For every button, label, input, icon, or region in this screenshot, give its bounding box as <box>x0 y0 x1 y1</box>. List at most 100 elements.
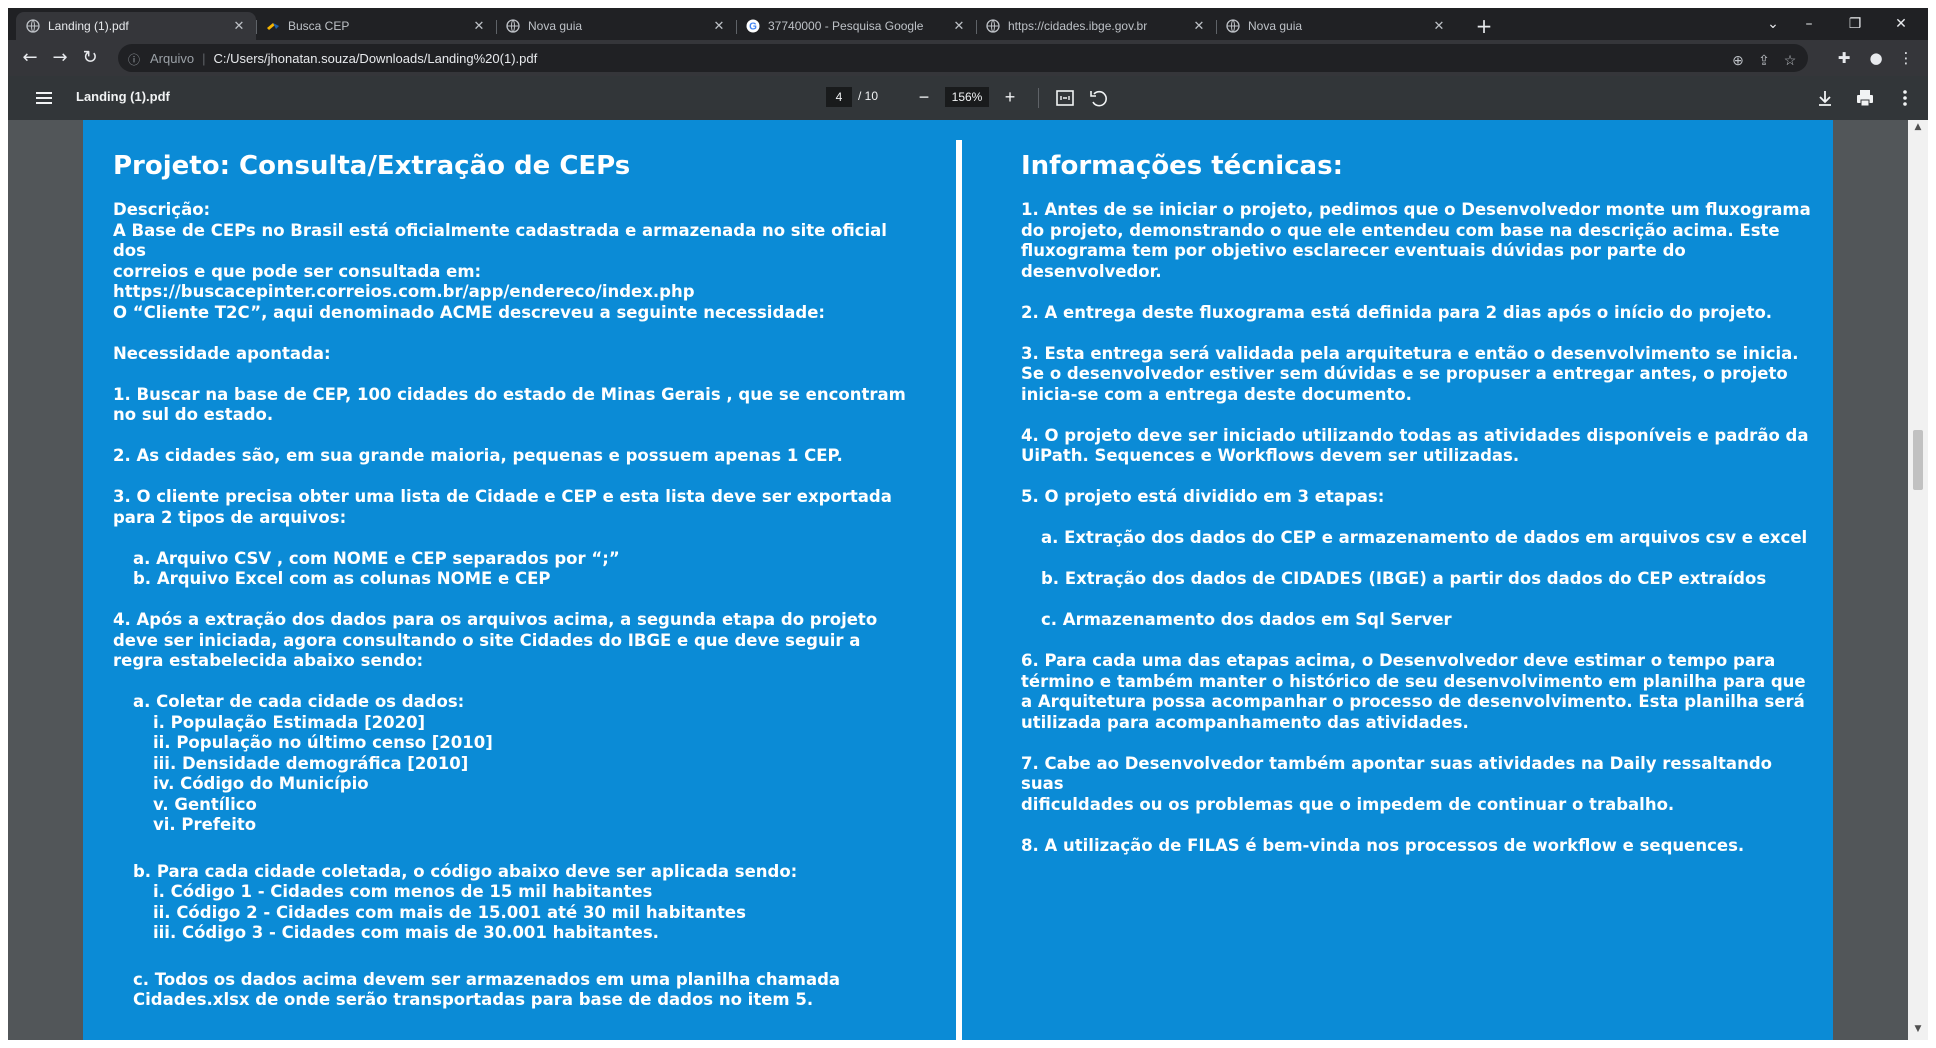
tab-title: Nova guia <box>1248 19 1303 33</box>
minimize-button[interactable]: – <box>1786 10 1832 38</box>
need-label: Necessidade apontada: <box>113 343 331 363</box>
description-label: Descrição: <box>113 200 211 219</box>
share-icon[interactable]: ⇪ <box>1754 50 1774 70</box>
pdf-toolbar: Landing (1).pdf 4 / 10 − 156% + <box>8 76 1928 120</box>
zoom-in-button[interactable]: + <box>999 86 1021 108</box>
close-icon[interactable]: ✕ <box>1432 18 1446 34</box>
pdf-viewport[interactable]: Projeto: Consulta/Extração de CEPs Descr… <box>8 120 1908 1040</box>
rotate-icon[interactable] <box>1088 87 1110 109</box>
description-line: correios e que pode ser consultada em: <box>113 261 482 281</box>
close-icon[interactable]: ✕ <box>232 18 246 34</box>
tab-nova-guia-2[interactable]: Nova guia ✕ <box>1216 12 1456 40</box>
tab-title: https://cidades.ibge.gov.br <box>1008 19 1148 33</box>
forward-button[interactable]: → <box>48 46 72 70</box>
pdf-scrollbar[interactable]: ▲ ▼ <box>1908 120 1928 1040</box>
need-item-4c: c. Todos os dados acima devem ser armaze… <box>133 969 841 1010</box>
tab-nova-guia[interactable]: Nova guia ✕ <box>496 12 736 40</box>
tech-item-4: 4. O projeto deve ser iniciado utilizand… <box>1021 425 1809 466</box>
tech-item-5b: b. Extração dos dados de CIDADES (IBGE) … <box>1041 569 1767 588</box>
zoom-out-button[interactable]: − <box>913 86 935 108</box>
globe-icon <box>1226 19 1240 33</box>
tab-busca-cep[interactable]: Busca CEP ✕ <box>256 12 496 40</box>
restore-button[interactable]: ❐ <box>1832 10 1878 38</box>
tech-item-5a: a. Extração dos dados do CEP e armazenam… <box>1041 528 1808 547</box>
need-item-4: 4. Após a extração dos dados para os arq… <box>113 610 878 670</box>
address-url[interactable]: C:/Users/jhonatan.souza/Downloads/Landin… <box>213 51 537 66</box>
globe-icon <box>26 19 40 33</box>
print-icon[interactable] <box>1854 87 1876 109</box>
correios-url: https://buscacepinter.correios.com.br/ap… <box>113 282 695 301</box>
need-item-4a-i: i. População Estimada [2020] <box>153 712 426 732</box>
svg-text:G: G <box>749 22 757 33</box>
column-divider <box>956 140 962 1040</box>
page-number-input[interactable]: 4 <box>826 87 852 107</box>
need-item-4a-iv: iv. Código do Município <box>153 774 369 793</box>
globe-icon <box>506 19 520 33</box>
close-icon[interactable]: ✕ <box>712 18 726 34</box>
download-icon[interactable] <box>1814 87 1836 109</box>
tech-item-6: 6. Para cada uma das etapas acima, o Des… <box>1021 651 1806 732</box>
need-item-3: 3. O cliente precisa obter uma lista de … <box>113 487 892 527</box>
need-item-3b: b. Arquivo Excel com as colunas NOME e C… <box>133 569 551 588</box>
need-item-4a: a. Coletar de cada cidade os dados: <box>133 692 465 711</box>
need-item-4a-v: v. Gentílico <box>153 794 257 814</box>
need-item-3a: a. Arquivo CSV , com NOME e CEP separado… <box>133 548 620 568</box>
need-item-2: 2. As cidades são, em sua grande maioria… <box>113 446 843 465</box>
tech-item-5c: c. Armazenamento dos dados em Sql Server <box>1041 610 1452 629</box>
globe-icon <box>986 19 1000 33</box>
need-item-4b-iii: iii. Código 3 - Cidades com mais de 30.0… <box>153 923 659 942</box>
need-item-4a-ii: ii. População no último censo [2010] <box>153 733 493 752</box>
need-item-1: 1. Buscar na base de CEP, 100 cidades do… <box>113 384 906 425</box>
tab-title: Nova guia <box>528 19 583 33</box>
need-item-4b-i: i. Código 1 - Cidades com menos de 15 mi… <box>153 882 653 901</box>
profile-avatar[interactable]: ● <box>1864 46 1888 70</box>
tab-title: Busca CEP <box>288 19 350 33</box>
description-line: A Base de CEPs no Brasil está oficialmen… <box>113 220 887 240</box>
extensions-icon[interactable]: ✚ <box>1832 46 1856 70</box>
tech-item-3: 3. Esta entrega será validada pela arqui… <box>1021 343 1799 404</box>
browser-window: Landing (1).pdf ✕ Busca CEP ✕ Nova guia … <box>8 8 1928 1040</box>
correios-icon <box>266 19 280 33</box>
scroll-up-arrow-icon[interactable]: ▲ <box>1908 122 1928 136</box>
scroll-down-arrow-icon[interactable]: ▼ <box>1908 1024 1928 1038</box>
info-icon[interactable]: ⓘ <box>128 51 142 67</box>
browser-menu-icon[interactable]: ⋮ <box>1894 46 1918 70</box>
tech-item-1: 1. Antes de se iniciar o projeto, pedimo… <box>1021 200 1811 281</box>
fit-page-icon[interactable] <box>1054 87 1076 109</box>
browser-toolbar: ← → ↻ ⓘ Arquivo | C:/Users/jhonatan.souz… <box>8 40 1928 76</box>
zoom-level-input[interactable]: 156% <box>945 87 989 107</box>
google-icon: G <box>746 19 760 33</box>
tech-item-7: 7. Cabe ao Desenvolvedor também apontar … <box>1021 753 1772 814</box>
close-window-button[interactable]: ✕ <box>1878 10 1924 38</box>
need-item-4a-vi: vi. Prefeito <box>153 815 257 834</box>
tech-item-8: 8. A utilização de FILAS é bem-vinda nos… <box>1021 835 1745 855</box>
tech-item-5: 5. O projeto está dividido em 3 etapas: <box>1021 487 1385 506</box>
close-icon[interactable]: ✕ <box>472 18 486 34</box>
page-total: / 10 <box>858 89 879 103</box>
tab-ibge[interactable]: https://cidades.ibge.gov.br ✕ <box>976 12 1216 40</box>
scrollbar-thumb[interactable] <box>1913 430 1923 490</box>
address-bar[interactable]: ⓘ Arquivo | C:/Users/jhonatan.souza/Down… <box>118 44 1808 72</box>
need-item-4b: b. Para cada cidade coletada, o código a… <box>133 861 798 881</box>
reload-button[interactable]: ↻ <box>78 46 102 70</box>
zoom-icon[interactable]: ⊕ <box>1728 50 1748 70</box>
right-column: Informações técnicas: 1. Antes de se ini… <box>1021 150 1811 856</box>
description-line: dos <box>113 241 146 260</box>
tech-item-2: 2. A entrega deste fluxograma está defin… <box>1021 302 1773 322</box>
more-options-icon[interactable] <box>1894 87 1916 109</box>
back-button[interactable]: ← <box>18 46 42 70</box>
slide-title-left: Projeto: Consulta/Extração de CEPs <box>113 151 631 181</box>
tab-google-search[interactable]: G 37740000 - Pesquisa Google ✕ <box>736 12 976 40</box>
pdf-document-title: Landing (1).pdf <box>76 89 170 104</box>
tab-landing-pdf[interactable]: Landing (1).pdf ✕ <box>16 12 256 40</box>
new-tab-button[interactable]: + <box>1472 14 1496 38</box>
close-icon[interactable]: ✕ <box>1192 18 1206 34</box>
description-line: O “Cliente T2C”, aqui denominado ACME de… <box>113 302 826 322</box>
hamburger-menu-icon[interactable] <box>32 86 56 110</box>
address-scheme-label: Arquivo <box>150 50 195 66</box>
tab-title: 37740000 - Pesquisa Google <box>768 19 924 33</box>
tab-strip: Landing (1).pdf ✕ Busca CEP ✕ Nova guia … <box>8 8 1928 40</box>
close-icon[interactable]: ✕ <box>952 18 966 34</box>
tab-title: Landing (1).pdf <box>48 19 129 33</box>
bookmark-star-icon[interactable]: ☆ <box>1780 50 1800 70</box>
